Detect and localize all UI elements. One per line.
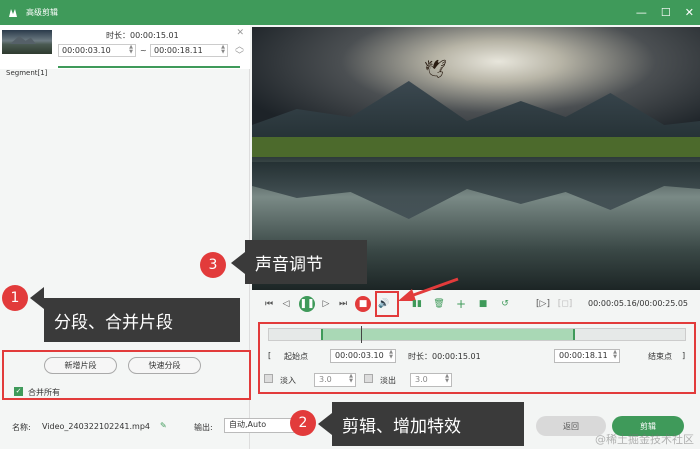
segment-start-field[interactable]: 00:00:03.10 ▲ ▼ [58,44,136,57]
filename: Video_240322102241.mp4 [42,422,150,431]
maximize-button[interactable]: ☐ [661,6,671,19]
mark-out-icon[interactable]: [◻] [558,297,573,311]
range-separator: ~ [140,46,147,55]
spinner-icon[interactable]: ▲ ▼ [613,350,617,360]
segment-duration: 时长：00:00:15.01 [106,31,179,40]
volume-highlight [375,291,399,317]
close-button[interactable]: ✕ [685,6,694,19]
start-point-button[interactable]: 起始点 [284,351,308,362]
selected-range[interactable] [321,329,575,340]
end-point-button[interactable]: 结束点 [648,351,672,362]
watermark: @稀土掘金技术社区 [595,433,694,446]
segment-thumbnail [2,30,52,54]
delete-icon[interactable]: 🗑 [432,297,446,311]
fade-in-checkbox[interactable] [264,374,273,383]
fade-out-checkbox[interactable] [364,374,373,383]
segment-progress [58,66,240,68]
close-segment-icon[interactable]: ✕ [236,28,244,38]
duration-label: 时长：00:00:15.01 [408,352,481,361]
callout-pointer-icon [231,252,245,274]
app-logo-icon [6,6,20,20]
copy-icon[interactable]: ■ [476,297,490,311]
spinner-icon[interactable]: ▲ ▼ [389,350,393,360]
edit-name-icon[interactable]: ✎ [160,421,167,430]
merge-all-checkbox[interactable]: ✓ [14,387,23,396]
callout-text-3: 声音调节 [245,240,367,284]
callout-number-1: 1 [2,285,28,311]
fade-in-label: 淡入 [280,376,296,385]
fade-in-field[interactable]: 3.0 ▲ ▼ [314,373,356,387]
pause-button[interactable]: ❚❚ [299,296,315,312]
title-bar: 高级剪辑 — ☐ ✕ [0,0,700,25]
playhead[interactable] [361,326,362,343]
end-time-field[interactable]: 00:00:18.11 ▲ ▼ [554,349,620,363]
undo-icon[interactable]: ↺ [498,297,512,311]
window-title: 高级剪辑 [26,8,58,17]
callout-number-3: 3 [200,252,226,278]
callout-pointer-icon [318,413,332,435]
stop-button[interactable]: ■ [355,296,371,312]
callout-text-2: 剪辑、增加特效 [332,402,524,446]
fade-out-field[interactable]: 3.0 ▲ ▼ [410,373,452,387]
expand-icon[interactable]: ﹀ [235,48,244,61]
start-bracket-icon: [ [268,351,272,360]
split-icon[interactable]: ▮▮ [410,297,424,311]
new-segment-button[interactable]: 新增片段 [44,357,117,374]
timeline-track[interactable] [268,326,686,343]
playback-timecode: 00:00:05.16/00:00:25.05 [588,299,688,308]
edit-panel: [ 起始点 00:00:03.10 ▲ ▼ 时长：00:00:15.01 00:00… [258,322,696,394]
next-frame-icon[interactable]: ▷ [319,297,333,311]
callout-number-2: 2 [290,410,316,436]
minimize-button[interactable]: — [636,6,647,19]
fade-out-label: 淡出 [380,376,396,385]
add-icon[interactable]: + [454,297,468,311]
spinner-icon[interactable]: ▲ ▼ [129,45,133,55]
end-bracket-icon: ] [682,351,686,360]
prev-frame-icon[interactable]: ◁ [279,297,293,311]
player-controls: ⏮ ◁ ❚❚ ▷ ⏭ ■ 🔊 ▮▮ 🗑 + ■ ↺ [▷] [◻] 00:00:… [252,293,700,315]
bird-image: 🕊 [424,59,447,80]
go-start-icon[interactable]: ⏮ [262,297,276,311]
spinner-icon[interactable]: ▲ ▼ [445,374,449,384]
quick-split-button[interactable]: 快速分段 [128,357,201,374]
spinner-icon[interactable]: ▲ ▼ [221,45,225,55]
segment-end-field[interactable]: 00:00:18.11 ▲ ▼ [150,44,228,57]
merge-all-label: 合并所有 [28,388,60,397]
segment-label: Segment[1] [6,69,48,77]
spinner-icon[interactable]: ▲ ▼ [349,374,353,384]
start-time-field[interactable]: 00:00:03.10 ▲ ▼ [330,349,396,363]
go-end-icon[interactable]: ⏭ [336,297,350,311]
output-select[interactable]: 自动,Auto [224,418,296,433]
segment-card[interactable]: 时长：00:00:15.01 00:00:03.10 ▲ ▼ ~ 00:00:18… [0,25,250,69]
mark-in-icon[interactable]: [▷] [536,297,550,311]
output-label: 输出: [194,423,213,432]
name-label: 名称: [12,423,31,432]
callout-text-1: 分段、合并片段 [44,298,240,342]
callout-pointer-icon [30,287,44,309]
